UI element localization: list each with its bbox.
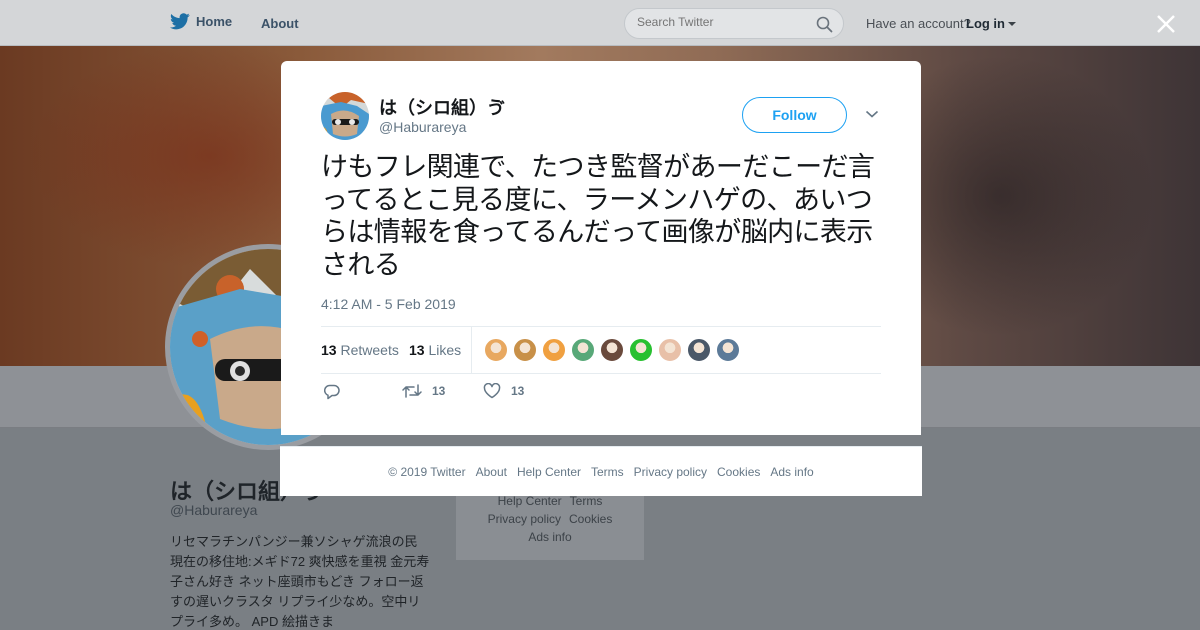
tweet-timestamp[interactable]: 4:12 AM - 5 Feb 2019 (321, 296, 456, 312)
liker-avatar[interactable] (484, 338, 508, 362)
follow-button[interactable]: Follow (742, 97, 847, 133)
login-label: Log in (966, 16, 1005, 31)
caret-down-icon (1008, 21, 1016, 26)
tweet-modal: は（シロ組）ゔ @Haburareya Follow けもフレ関連で、たつき監督… (281, 61, 921, 435)
heart-icon (483, 383, 501, 399)
like-label: Likes (428, 342, 462, 358)
liker-avatar[interactable] (629, 338, 653, 362)
footer-link[interactable]: About (476, 465, 507, 479)
bg-footer-link[interactable]: Cookies (569, 512, 612, 526)
liker-avatar[interactable] (513, 338, 537, 362)
modal-footer-links: © 2019 Twitter About Help Center Terms Priva… (280, 465, 922, 479)
nav-home[interactable]: Home (170, 13, 232, 30)
tweet-author-avatar[interactable] (321, 92, 369, 140)
tweet-author-name[interactable]: は（シロ組）ゔ (379, 94, 505, 120)
footer-link[interactable]: Terms (591, 465, 624, 479)
chevron-down-icon[interactable] (865, 109, 879, 119)
profile-handle[interactable]: @Haburareya (170, 502, 257, 518)
bg-footer-link[interactable]: Help Center (498, 494, 562, 508)
tweet-stats: 13 Retweets 13 Likes (321, 326, 881, 374)
nav-about[interactable]: About (261, 16, 299, 31)
reply-icon (323, 384, 340, 400)
like-count: 13 (409, 342, 425, 358)
search-box[interactable] (624, 8, 844, 39)
liker-avatar[interactable] (571, 338, 595, 362)
nav-home-label: Home (196, 14, 233, 29)
have-account-text: Have an account? (866, 16, 971, 31)
like-stat[interactable]: 13 Likes (409, 342, 461, 358)
retweet-action[interactable]: 13 (402, 383, 445, 399)
retweet-label: Retweets (340, 342, 399, 358)
search-icon[interactable] (816, 16, 833, 33)
login-menu[interactable]: Log in (966, 16, 1017, 31)
like-action-count: 13 (511, 384, 525, 398)
liker-avatar[interactable] (542, 338, 566, 362)
retweet-count: 13 (321, 342, 337, 358)
liker-avatar[interactable] (600, 338, 624, 362)
retweet-stat[interactable]: 13 Retweets (321, 342, 399, 358)
liker-avatar[interactable] (716, 338, 740, 362)
tweet-author-handle[interactable]: @Haburareya (379, 119, 466, 135)
stats-divider (471, 327, 472, 374)
profile-bio: リセマラチンパンジー兼ソシャゲ流浪の民 現在の移住地:メギド72 爽快感を重視 … (170, 534, 430, 629)
search-input[interactable] (637, 15, 807, 29)
tweet-text: けもフレ関連で、たつき監督があーだこーだ言ってるとこ見る度に、ラーメンハゲの、あ… (321, 152, 875, 281)
footer-link[interactable]: Ads info (770, 465, 813, 479)
tweet-actions: 13 13 (321, 383, 881, 407)
retweet-action-count: 13 (432, 384, 446, 398)
footer-link[interactable]: Cookies (717, 465, 760, 479)
retweet-icon (402, 384, 422, 398)
reply-action[interactable] (323, 383, 341, 401)
twitter-bird-icon (170, 13, 190, 30)
bg-footer-link[interactable]: Terms (570, 494, 603, 508)
close-icon[interactable] (1152, 10, 1180, 38)
bg-footer-link[interactable]: Privacy policy (488, 512, 561, 526)
background-footer-links: Help Center Terms Privacy policy Cookies A… (456, 492, 644, 546)
liker-avatar[interactable] (658, 338, 682, 362)
copyright-text: © 2019 Twitter (388, 465, 466, 479)
like-action[interactable]: 13 (483, 383, 524, 399)
footer-link[interactable]: Help Center (517, 465, 581, 479)
footer-link[interactable]: Privacy policy (634, 465, 707, 479)
liker-avatars (484, 338, 740, 362)
liker-avatar[interactable] (687, 338, 711, 362)
bg-footer-link[interactable]: Ads info (528, 530, 571, 544)
top-navigation-bar: Home About Have an account? Log in (0, 0, 1200, 46)
modal-footer: © 2019 Twitter About Help Center Terms Priva… (280, 446, 922, 496)
